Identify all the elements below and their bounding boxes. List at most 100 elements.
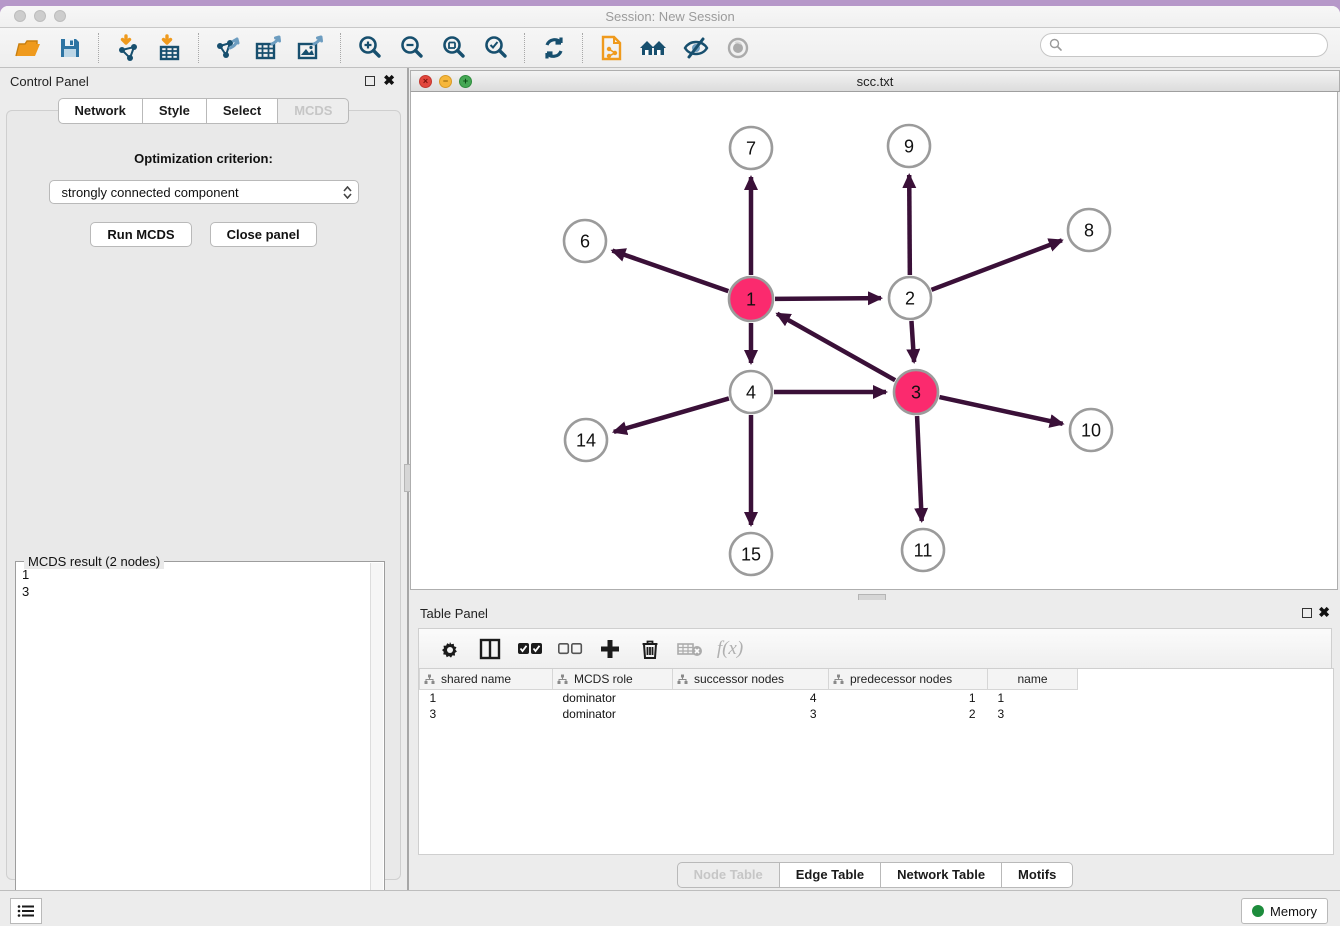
graph-edge-3-1[interactable] [777, 314, 895, 380]
clone-network-icon[interactable] [594, 32, 630, 64]
delete-column-icon[interactable] [637, 636, 663, 662]
column-header-successor-nodes[interactable]: successor nodes [673, 669, 829, 690]
table-cell[interactable]: 3 [673, 706, 829, 722]
table-row[interactable]: 3dominator323 [420, 706, 1334, 722]
optimization-criterion-label: Optimization criterion: [7, 151, 400, 166]
tab-network-table[interactable]: Network Table [880, 862, 1001, 888]
add-column-icon[interactable] [597, 636, 623, 662]
graph-edge-2-9[interactable] [909, 175, 910, 275]
table-cell[interactable]: 4 [673, 690, 829, 707]
hide-selected-eye-icon[interactable] [678, 32, 714, 64]
graph-edge-1-2[interactable] [775, 298, 881, 299]
table-cell[interactable]: 1 [829, 690, 988, 707]
result-scrollbar[interactable] [370, 563, 383, 926]
show-all-eye-icon[interactable] [720, 32, 756, 64]
graph-node-label: 1 [746, 289, 756, 309]
table-cell[interactable]: 3 [988, 706, 1078, 722]
node-table[interactable]: shared nameMCDS rolesuccessor nodesprede… [418, 668, 1334, 855]
tab-style[interactable]: Style [142, 98, 206, 124]
column-panel-icon[interactable] [477, 636, 503, 662]
table-cell[interactable]: 2 [829, 706, 988, 722]
run-mcds-button[interactable]: Run MCDS [90, 222, 191, 247]
table-cell-filler [1078, 690, 1334, 707]
network-canvas[interactable]: 7968124314101511 [410, 92, 1338, 590]
table-cell[interactable]: 1 [988, 690, 1078, 707]
graph-node-label: 7 [746, 138, 756, 158]
graph-edge-4-14[interactable] [614, 398, 729, 431]
tab-network[interactable]: Network [58, 98, 142, 124]
table-cell[interactable]: 1 [420, 690, 553, 707]
graph-edge-3-10[interactable] [939, 397, 1062, 424]
export-table-icon[interactable] [252, 32, 288, 64]
select-all-icon[interactable] [517, 636, 543, 662]
column-header-MCDS-role[interactable]: MCDS role [553, 669, 673, 690]
table-float-icon[interactable] [1302, 608, 1312, 618]
export-network-icon[interactable] [210, 32, 246, 64]
close-panel-icon[interactable]: ✖ [383, 72, 395, 89]
control-panel: Control Panel ✖ Network Style Select MCD… [0, 68, 407, 896]
memory-label: Memory [1270, 904, 1317, 919]
main-toolbar [0, 28, 1340, 68]
zoom-selected-icon[interactable] [478, 32, 514, 64]
column-header-name[interactable]: name [988, 669, 1078, 690]
graph-node-label: 4 [746, 382, 756, 402]
graph-node-label: 3 [911, 382, 921, 402]
tab-node-table[interactable]: Node Table [677, 862, 779, 888]
task-history-button[interactable] [10, 898, 42, 924]
zoom-out-icon[interactable] [394, 32, 430, 64]
save-session-icon[interactable] [52, 32, 88, 64]
network-titlebar[interactable]: × − + scc.txt [410, 70, 1340, 92]
import-table-icon[interactable] [152, 32, 188, 64]
horizontal-splitter[interactable] [410, 594, 1340, 598]
table-cell-filler [1078, 706, 1334, 722]
graph-node-label: 8 [1084, 220, 1094, 240]
mcds-result-list[interactable]: 13 [16, 566, 370, 926]
column-header-shared-name[interactable]: shared name [420, 669, 553, 690]
export-image-icon[interactable] [294, 32, 330, 64]
table-cell[interactable]: dominator [553, 706, 673, 722]
graph-edge-1-6[interactable] [612, 251, 728, 292]
zoom-fit-icon[interactable] [436, 32, 472, 64]
network-graph[interactable]: 7968124314101511 [411, 92, 1337, 588]
status-bar: Memory [0, 890, 1340, 926]
deselect-all-icon[interactable] [557, 636, 583, 662]
open-file-icon[interactable] [10, 32, 46, 64]
session-title: Session: New Session [0, 9, 1340, 24]
graph-node-label: 9 [904, 136, 914, 156]
memory-button[interactable]: Memory [1241, 898, 1328, 924]
graph-edge-2-3[interactable] [911, 321, 914, 362]
table-row[interactable]: 1dominator411 [420, 690, 1334, 707]
tab-motifs[interactable]: Motifs [1001, 862, 1073, 888]
close-panel-button[interactable]: Close panel [210, 222, 317, 247]
graph-node-label: 2 [905, 288, 915, 308]
network-title: scc.txt [411, 74, 1339, 89]
network-view-window: × − + scc.txt 7968124314101511 [410, 70, 1340, 594]
search-input[interactable] [1063, 37, 1327, 53]
search-field[interactable] [1040, 33, 1328, 57]
graph-node-label: 11 [914, 540, 933, 560]
graph-node-label: 10 [1081, 420, 1101, 440]
graph-edge-2-8[interactable] [932, 240, 1062, 290]
function-builder-icon[interactable]: f(x) [717, 636, 743, 662]
zoom-in-icon[interactable] [352, 32, 388, 64]
tab-select[interactable]: Select [206, 98, 277, 124]
graph-edge-3-11[interactable] [917, 416, 922, 521]
delete-table-icon[interactable] [677, 636, 703, 662]
table-cell[interactable]: dominator [553, 690, 673, 707]
table-settings-icon[interactable] [437, 636, 463, 662]
table-toolbar: f(x) [418, 628, 1332, 668]
select-stepper-icon [343, 186, 352, 199]
column-header-predecessor-nodes[interactable]: predecessor nodes [829, 669, 988, 690]
tab-mcds[interactable]: MCDS [277, 98, 349, 124]
tab-edge-table[interactable]: Edge Table [779, 862, 880, 888]
graph-node-label: 14 [576, 430, 596, 450]
graph-node-label: 6 [580, 231, 590, 251]
table-cell[interactable]: 3 [420, 706, 553, 722]
refresh-icon[interactable] [536, 32, 572, 64]
table-close-icon[interactable]: ✖ [1318, 604, 1330, 621]
criterion-select[interactable]: strongly connected component [49, 180, 359, 204]
float-panel-icon[interactable] [365, 76, 375, 86]
home-layout-icon[interactable] [636, 32, 672, 64]
control-panel-title: Control Panel [10, 74, 89, 89]
import-network-icon[interactable] [110, 32, 146, 64]
